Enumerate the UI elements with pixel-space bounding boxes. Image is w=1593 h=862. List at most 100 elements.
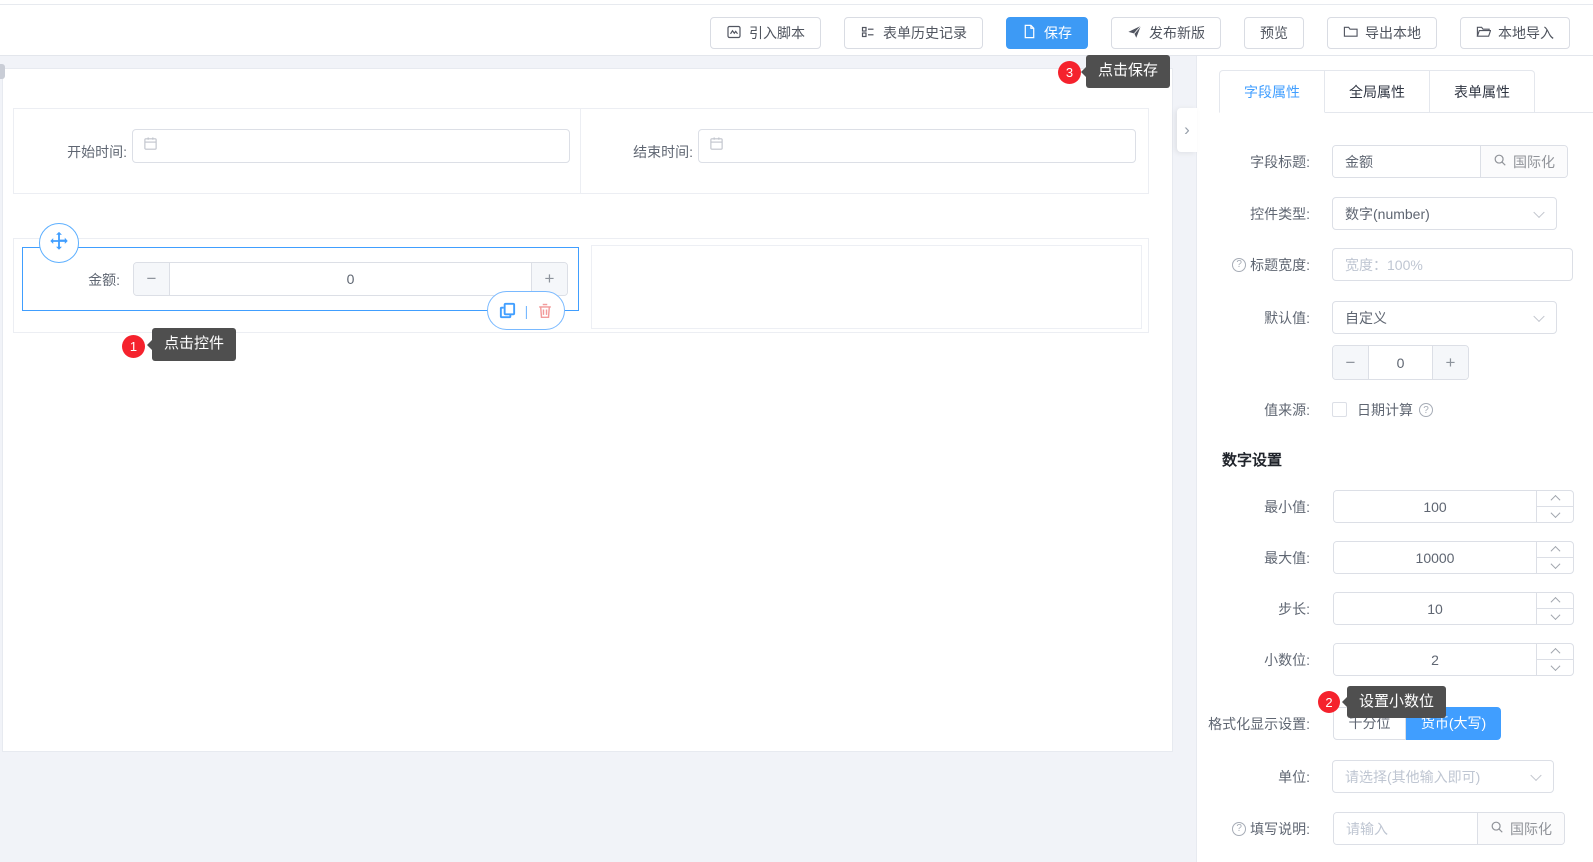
chevron-down-icon: [1550, 610, 1560, 620]
export-local-button[interactable]: 导出本地: [1327, 17, 1437, 49]
preview-button[interactable]: 预览: [1244, 17, 1304, 49]
panel-tabs: 字段属性 全局属性 表单属性: [1219, 70, 1535, 113]
tab-field-props[interactable]: 字段属性: [1219, 70, 1325, 113]
import-local-label: 本地导入: [1498, 23, 1554, 43]
fill-note-label: ? 填写说明:: [1197, 812, 1310, 845]
default-value-label: 默认值:: [1197, 301, 1310, 334]
spin-down-button[interactable]: [1537, 609, 1573, 624]
max-value-input[interactable]: [1334, 542, 1536, 573]
spin-down-button[interactable]: [1537, 507, 1573, 522]
search-icon: [1493, 153, 1507, 170]
folder-open-icon: [1476, 24, 1491, 42]
form-history-button[interactable]: 表单历史记录: [844, 17, 983, 49]
default-value-text: 自定义: [1345, 308, 1387, 328]
end-time-label: 结束时间:: [588, 142, 693, 162]
move-icon: [48, 230, 70, 257]
form-designer-app: 引入脚本 表单历史记录 保存 发布新版 预览 导出本地: [0, 0, 1593, 862]
max-value-field: [1333, 541, 1574, 574]
step-tooltip-2: 设置小数位: [1347, 686, 1446, 718]
field-title-input[interactable]: [1333, 146, 1480, 177]
chevron-down-icon: [1550, 661, 1560, 671]
step-badge-3: 3: [1058, 61, 1081, 84]
import-script-button[interactable]: 引入脚本: [710, 17, 821, 49]
control-type-label: 控件类型:: [1197, 197, 1310, 230]
decimal-places-input[interactable]: [1334, 644, 1536, 675]
decrease-button[interactable]: −: [134, 263, 170, 295]
chevron-up-icon: [1550, 495, 1560, 505]
copy-control-icon[interactable]: [498, 301, 517, 320]
spin-up-button[interactable]: [1537, 593, 1573, 609]
date-calc-label: 日期计算: [1357, 400, 1413, 420]
min-value-label: 最小值:: [1197, 490, 1310, 523]
step-tooltip-3: 点击保存: [1086, 55, 1170, 88]
i18n-button[interactable]: 国际化: [1477, 813, 1564, 844]
top-divider: [0, 4, 1593, 5]
spin-up-button[interactable]: [1537, 491, 1573, 507]
step-tooltip-1: 点击控件: [152, 328, 236, 361]
chevron-down-icon: [1550, 559, 1560, 569]
tab-form-props[interactable]: 表单属性: [1430, 70, 1535, 113]
step-size-label: 步长:: [1197, 592, 1310, 625]
form-history-label: 表单历史记录: [883, 23, 967, 43]
start-time-date-input[interactable]: [132, 129, 570, 163]
control-actions-pill: |: [487, 291, 565, 330]
date-calc-checkbox[interactable]: [1332, 402, 1347, 417]
save-button[interactable]: 保存: [1006, 17, 1088, 49]
folder-icon: [1343, 24, 1358, 42]
import-script-label: 引入脚本: [749, 23, 805, 43]
form-row-datetime: 开始时间: 结束时间:: [13, 108, 1149, 194]
unit-select[interactable]: 请选择(其他输入即可): [1332, 760, 1554, 793]
default-value-input[interactable]: [1369, 346, 1432, 379]
start-time-label: 开始时间:: [22, 142, 127, 162]
chevron-up-icon: [1550, 597, 1560, 607]
spinner: [1536, 542, 1573, 573]
min-value-input[interactable]: [1334, 491, 1536, 522]
spin-up-button[interactable]: [1537, 644, 1573, 660]
publish-button[interactable]: 发布新版: [1111, 17, 1221, 49]
default-value-stepper: − +: [1332, 345, 1469, 380]
title-width-input[interactable]: [1332, 248, 1573, 281]
empty-cell[interactable]: [591, 245, 1142, 329]
amount-value-input[interactable]: [170, 263, 531, 295]
decimal-places-label: 小数位:: [1197, 643, 1310, 676]
end-time-date-input[interactable]: [698, 129, 1136, 163]
delete-control-icon[interactable]: [536, 302, 554, 320]
left-edge-handle[interactable]: [0, 64, 5, 79]
decimal-places-field: [1333, 643, 1574, 676]
date-calc-option: 日期计算 ?: [1357, 400, 1433, 420]
spin-down-button[interactable]: [1537, 660, 1573, 675]
tab-global-props[interactable]: 全局属性: [1325, 70, 1430, 113]
spinner: [1536, 491, 1573, 522]
i18n-button[interactable]: 国际化: [1480, 146, 1567, 177]
chevron-down-icon: [1550, 508, 1560, 518]
spin-down-button[interactable]: [1537, 558, 1573, 573]
chevron-up-icon: [1550, 648, 1560, 658]
save-icon: [1022, 24, 1037, 42]
cell-divider: [580, 109, 581, 193]
number-settings-title: 数字设置: [1222, 449, 1282, 470]
decrease-button[interactable]: −: [1333, 346, 1369, 379]
paper-plane-icon: [1127, 24, 1142, 42]
default-value-select[interactable]: 自定义: [1332, 301, 1557, 334]
search-icon: [1490, 820, 1504, 837]
spin-up-button[interactable]: [1537, 542, 1573, 558]
toolbar: 引入脚本 表单历史记录 保存 发布新版 预览 导出本地: [710, 17, 1570, 49]
pill-divider: |: [525, 303, 529, 319]
calendar-icon: [143, 136, 158, 156]
drag-handle[interactable]: [39, 223, 79, 263]
calendar-icon: [709, 136, 724, 156]
step-size-field: [1333, 592, 1574, 625]
increase-button[interactable]: +: [1432, 346, 1468, 379]
panel-collapse-handle[interactable]: ›: [1177, 108, 1197, 152]
control-type-select[interactable]: 数字(number): [1332, 197, 1557, 230]
import-local-button[interactable]: 本地导入: [1460, 17, 1570, 49]
field-title-group: 国际化: [1332, 145, 1568, 178]
form-row-amount: 金额: − + |: [13, 238, 1149, 333]
fill-note-group: 国际化: [1333, 812, 1565, 845]
step-size-input[interactable]: [1334, 593, 1536, 624]
fill-note-input[interactable]: [1334, 813, 1477, 844]
chevron-down-icon: [1533, 310, 1544, 321]
field-title-label: 字段标题:: [1197, 145, 1310, 178]
amount-label: 金额:: [72, 270, 120, 290]
chevron-up-icon: [1550, 546, 1560, 556]
